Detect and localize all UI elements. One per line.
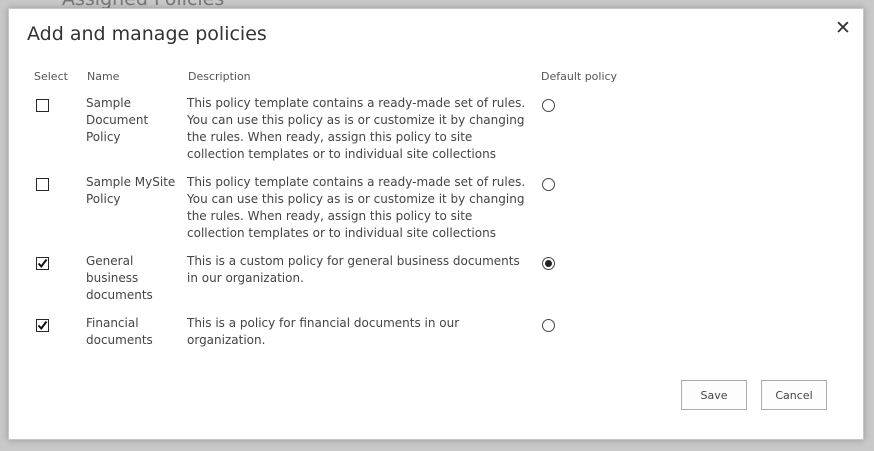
default-policy-radio[interactable] [542,99,555,112]
column-header-name: Name [87,70,120,83]
column-header-select: Select [34,70,68,83]
checkmark-icon [37,258,48,269]
column-header-description: Description [188,70,251,83]
policy-name: Financial documents [86,316,153,347]
save-button[interactable]: Save [681,380,747,410]
checkmark-icon [37,320,48,331]
close-icon[interactable]: ✕ [833,17,853,39]
policy-description: This is a policy for financial documents… [187,316,460,347]
manage-policies-dialog: Add and manage policies ✕ Select Name De… [8,8,864,440]
policy-description: This is a custom policy for general busi… [187,254,520,285]
policy-name: Sample MySite Policy [86,175,176,206]
policy-name: General business documents [86,254,153,302]
policy-select-checkbox[interactable] [36,178,49,191]
default-policy-radio[interactable] [542,257,555,270]
policy-description: This policy template contains a ready-ma… [187,96,526,161]
policy-select-checkbox[interactable] [36,319,49,332]
dialog-title: Add and manage policies [27,23,267,45]
policy-select-checkbox[interactable] [36,257,49,270]
column-header-default-policy: Default policy [541,70,618,83]
policy-select-checkbox[interactable] [36,99,49,112]
default-policy-radio[interactable] [542,319,555,332]
cancel-button[interactable]: Cancel [761,380,827,410]
policy-name: Sample Document Policy [86,96,149,144]
policy-description: This policy template contains a ready-ma… [187,175,526,240]
default-policy-radio[interactable] [542,178,555,191]
